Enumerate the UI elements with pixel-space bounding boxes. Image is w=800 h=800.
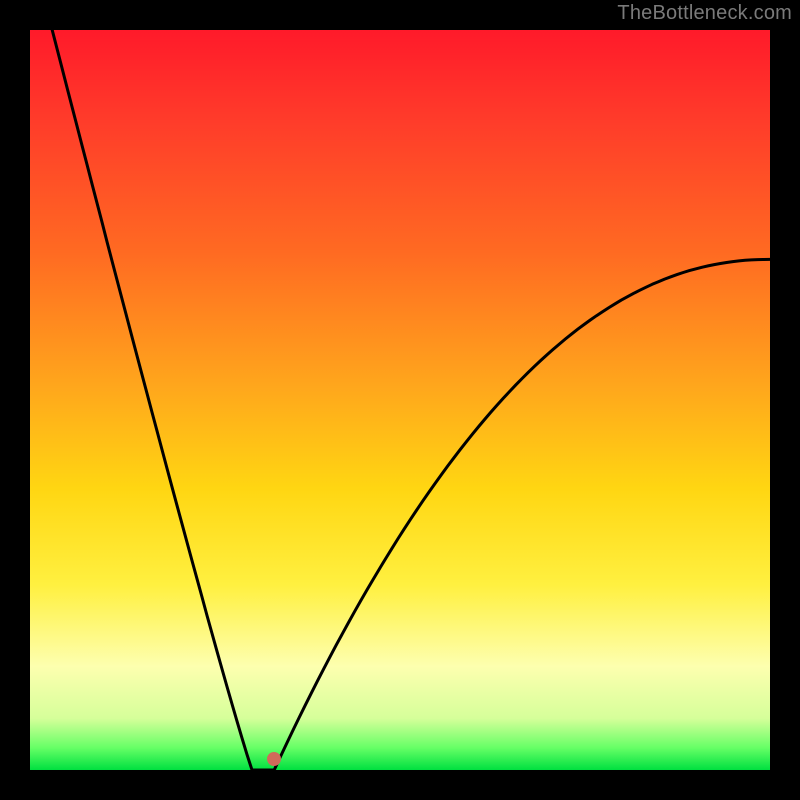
watermark-text: TheBottleneck.com — [617, 2, 792, 25]
plot-area — [30, 30, 770, 770]
bottleneck-curve — [30, 30, 770, 770]
chart-frame: TheBottleneck.com — [0, 0, 800, 800]
bottleneck-curve-path — [52, 30, 770, 770]
optimal-point-marker — [267, 752, 281, 766]
